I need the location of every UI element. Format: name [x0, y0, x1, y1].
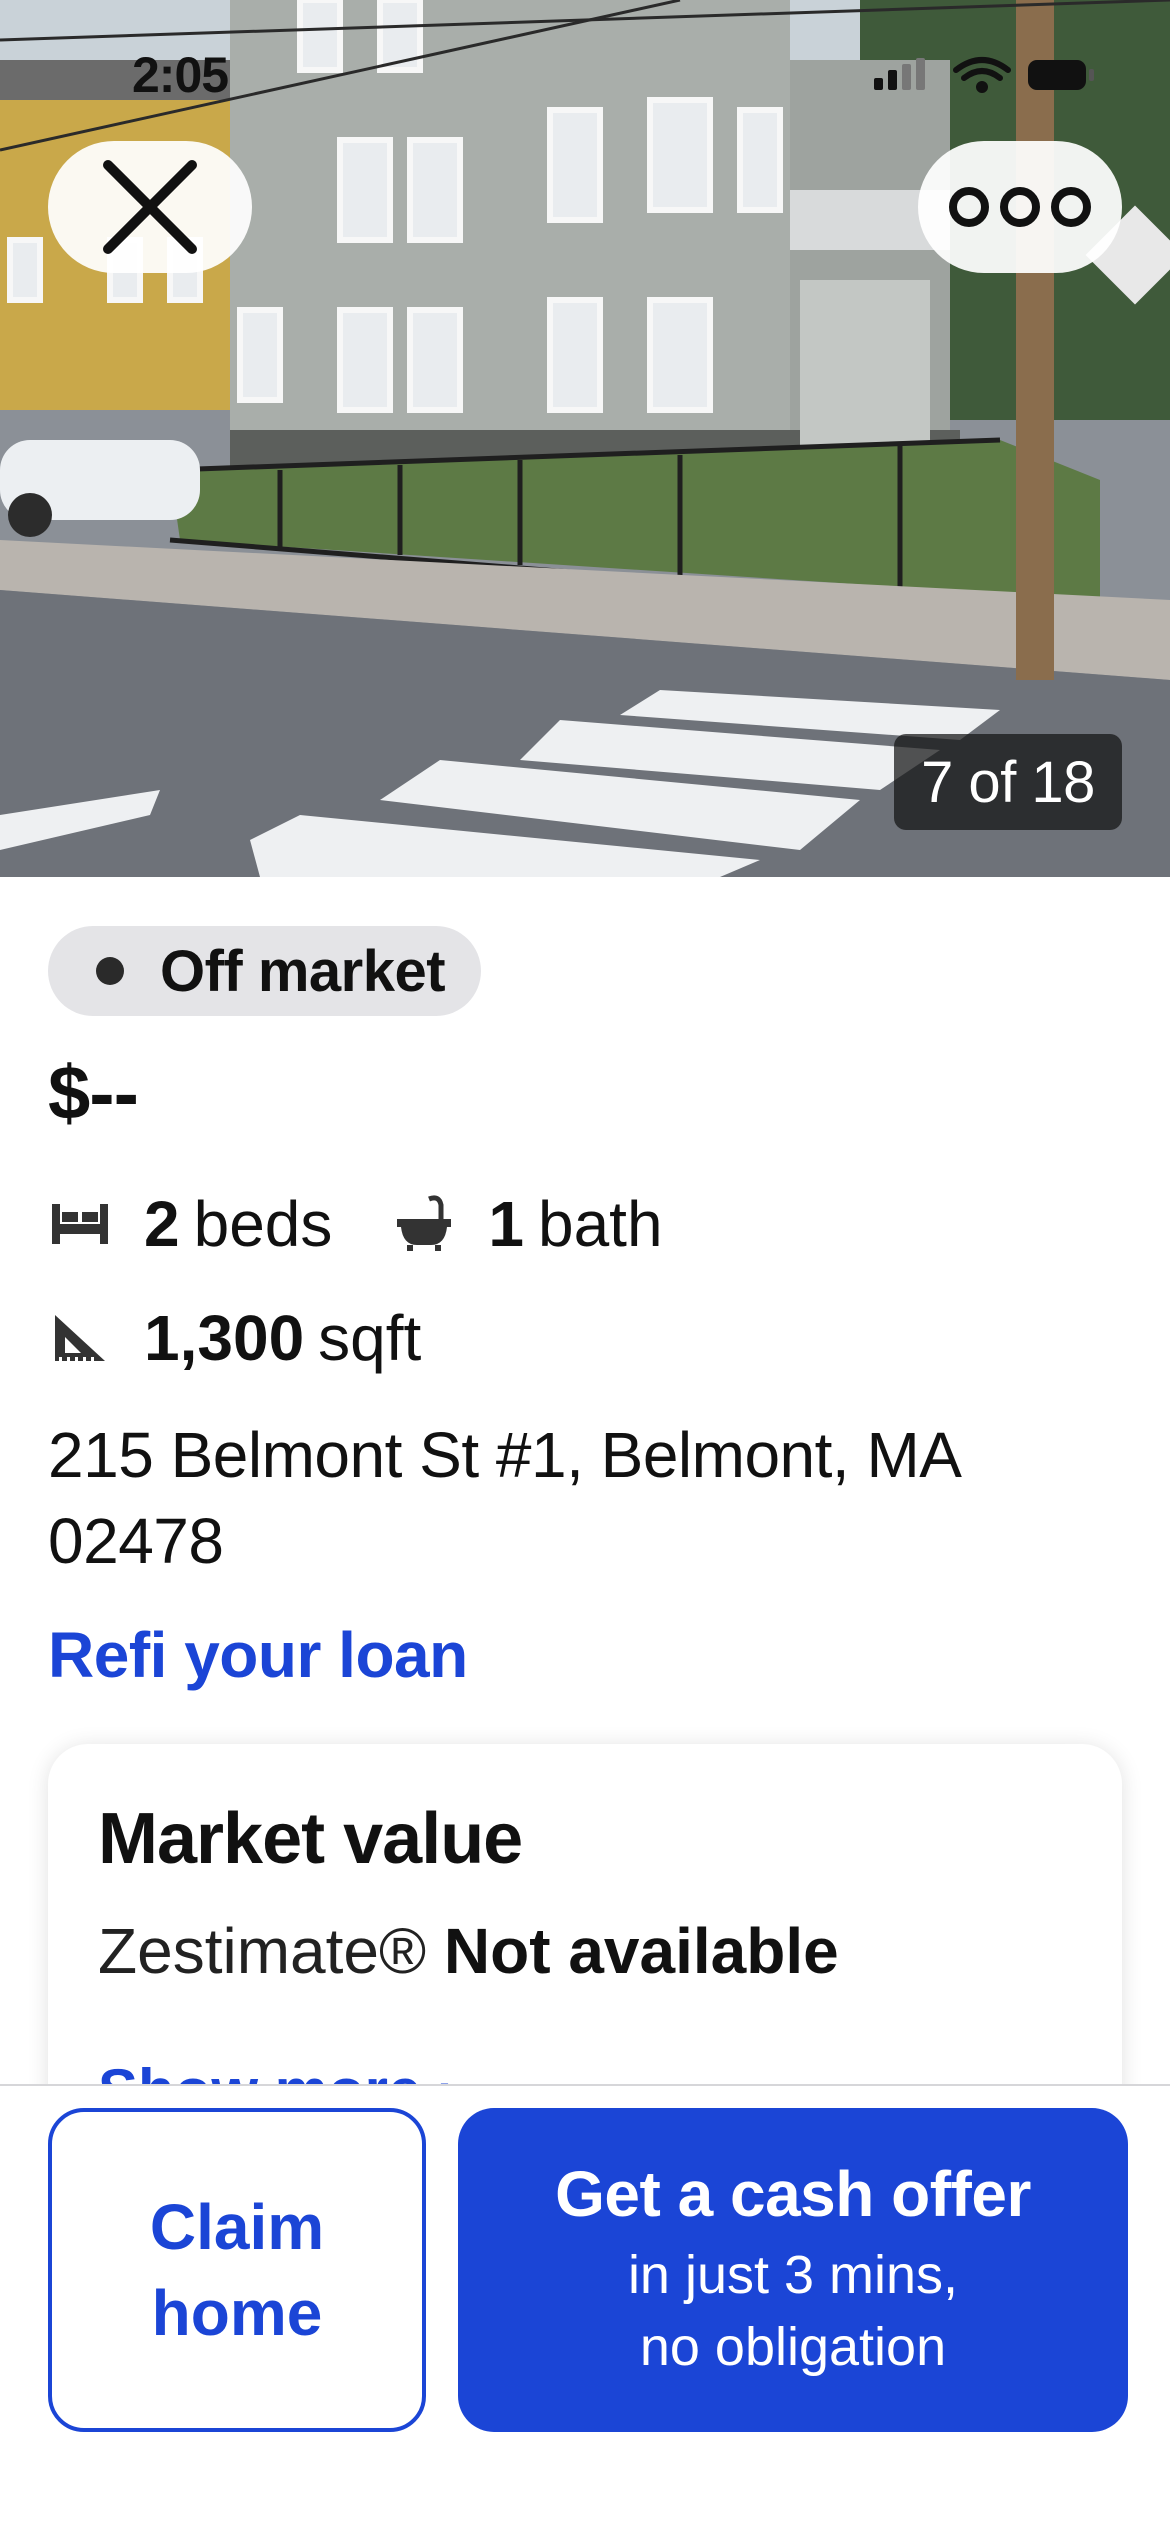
cash-offer-title: Get a cash offer	[555, 2158, 1031, 2230]
bath-icon	[392, 1192, 456, 1256]
status-time: 2:05	[132, 47, 229, 103]
cash-offer-button[interactable]: Get a cash offer in just 3 mins, no obli…	[458, 2108, 1128, 2432]
bed-icon	[48, 1192, 112, 1256]
zestimate-row: Zestimate® Not available	[98, 1914, 839, 1988]
sqft-row: 1,300 sqft	[48, 1298, 421, 1378]
beds-label: beds	[193, 1188, 333, 1260]
listing-address: 215 Belmont St #1, Belmont, MA 02478	[48, 1419, 958, 1577]
more-options-icon	[949, 187, 1091, 227]
sqft-value: 1,300	[144, 1302, 305, 1374]
baths-count: 1	[488, 1188, 524, 1260]
status-dot-icon	[96, 957, 124, 985]
baths-label: bath	[537, 1188, 663, 1260]
beds-count: 2	[144, 1188, 180, 1260]
listing-price: $--	[48, 1051, 139, 1136]
status-bar: 2:05	[0, 0, 1170, 150]
photo-counter: 7 of 18	[894, 734, 1122, 830]
listing-status-badge: Off market	[48, 926, 482, 1016]
bottom-action-bar: Claim home Get a cash offer in just 3 mi…	[0, 2084, 1170, 2532]
area-ruler-icon	[48, 1306, 112, 1370]
zestimate-value: Not available	[443, 1915, 839, 1987]
sqft-label: sqft	[318, 1302, 422, 1374]
battery-icon	[1028, 60, 1094, 90]
close-button[interactable]	[48, 141, 252, 273]
zestimate-label: Zestimate®	[98, 1915, 427, 1987]
beds-baths-row: 2 beds 1 bath	[48, 1184, 663, 1264]
cash-offer-subtitle: in just 3 mins, no obligation	[627, 2245, 959, 2377]
refi-loan-link[interactable]: Refi your loan	[48, 1618, 468, 1692]
market-value-title: Market value	[98, 1799, 523, 1879]
close-icon	[103, 160, 197, 254]
wifi-icon	[953, 57, 1011, 93]
status-icons	[874, 57, 1094, 93]
more-options-button[interactable]	[918, 141, 1122, 273]
status-label: Off market	[160, 938, 446, 1004]
claim-home-button[interactable]: Claim home	[48, 2108, 426, 2432]
claim-home-label: Claim home	[149, 2191, 325, 2349]
signal-icon	[874, 58, 925, 90]
listing-photo[interactable]: 2:05 7 of 18	[0, 0, 1170, 877]
